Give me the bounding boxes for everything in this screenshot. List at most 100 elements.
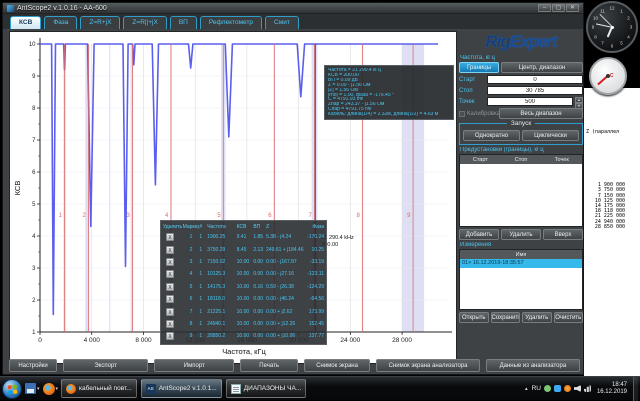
tooltip-line-10: Кабель: длина(1/4) = 2.32м, длина(1/2) =… (328, 112, 450, 117)
run-single-button[interactable]: Однократно (463, 130, 520, 141)
marker-cell: 10.00 (237, 333, 254, 339)
cpu-gauge-gadget[interactable]: C (589, 57, 627, 95)
marker-cell: 21225.1 (207, 309, 236, 315)
tab-smith[interactable]: Смит (265, 16, 299, 29)
taskbar-task-notepad[interactable]: ДИАПАЗОНЫ ЧА... (226, 379, 307, 398)
maximize-button[interactable]: ▢ (552, 4, 565, 12)
points-stepper[interactable]: ▲▼ (575, 97, 583, 106)
marker-delete-button[interactable]: X (166, 283, 174, 291)
notepad-frequency-list: 1 900 0003 750 0007 150 00010 125 00014 … (584, 183, 640, 230)
taskbar-task-firefox[interactable]: кабельный повт... (61, 379, 137, 398)
preset-add-button[interactable]: Добавить (459, 229, 499, 240)
pinned-save-launcher[interactable]: ▾ (25, 383, 40, 394)
notepad-window[interactable]: Z (параллел 1 900 0003 750 0007 150 0001… (584, 88, 640, 376)
preset-delete-button[interactable]: Удалить (501, 229, 541, 240)
marker-cell: 5 (183, 284, 200, 290)
marker-delete-button[interactable]: X (166, 332, 174, 340)
marker-delete-button[interactable]: X (166, 295, 174, 303)
screenshot-button[interactable]: Снимок экрана (304, 359, 371, 372)
clock-numeral: 2 (627, 15, 630, 20)
taskbar-task-antscope[interactable]: ASAntScope2 v.1.0.1... (141, 379, 222, 398)
volume-icon[interactable] (574, 385, 581, 392)
clock-numeral: 10 (593, 15, 598, 20)
measurements-list-body[interactable]: 01> 16.12.2019-18:35:57 (460, 259, 582, 309)
minimize-button[interactable]: – (538, 4, 551, 12)
clock-numeral: 11 (600, 8, 605, 13)
firefox-tray-icon[interactable] (564, 385, 571, 392)
firefox-icon[interactable] (43, 383, 55, 395)
marker-delete-button[interactable]: X (166, 246, 174, 254)
network-icon[interactable] (584, 385, 591, 392)
marker-cell: 24940.1 (207, 321, 236, 327)
marker-delete-button[interactable]: X (166, 270, 174, 278)
calibration-label: Калибровка (467, 111, 497, 117)
run-continuous-button[interactable]: Циклически (522, 130, 579, 141)
show-desktop-button[interactable] (633, 377, 638, 401)
marker-col-4: КСВ (237, 224, 254, 230)
marker-cell: 1900.25 (207, 234, 236, 240)
tab-z-series[interactable]: Z=R+jX (80, 16, 120, 29)
presets-list-body[interactable] (460, 164, 582, 226)
marker-delete-button[interactable]: X (166, 320, 174, 328)
export-button[interactable]: Экспорт (63, 359, 148, 372)
close-button[interactable]: ✕ (566, 4, 579, 12)
start-button[interactable] (2, 379, 22, 399)
range-mode-button[interactable]: Границы (459, 62, 499, 73)
titlebar[interactable]: AntScope2 v.1.0.16 - AA-600 – ▢ ✕ (3, 3, 583, 14)
presets-col-1: Стоп (501, 157, 542, 163)
tab-return-loss[interactable]: ВП (170, 16, 197, 29)
bluetooth-tray-icon[interactable] (554, 385, 561, 392)
start-input[interactable] (487, 75, 583, 84)
marker-cell: 7 (183, 309, 200, 315)
measurement-row[interactable]: 01> 16.12.2019-18:35:57 (460, 259, 582, 268)
system-tray: ▲ RU 18:47 16.12.2019 (524, 377, 638, 401)
antscope-window: AntScope2 v.1.0.16 - AA-600 – ▢ ✕ КСВФаз… (2, 2, 584, 375)
analyzer-data-button[interactable]: Данные из анализатора (486, 359, 580, 372)
pinned-firefox-launcher[interactable]: ▾ (43, 383, 59, 395)
import-button[interactable]: Импорт (154, 359, 234, 372)
points-input[interactable] (487, 97, 573, 106)
measurements-name-column: Имя (460, 252, 582, 258)
tray-clock[interactable]: 18:47 16.12.2019 (597, 382, 627, 396)
tab-reflectometer[interactable]: Рефлектометр (200, 16, 262, 29)
settings-button[interactable]: Настройки (9, 359, 57, 372)
marker-cell: 0.00 - j27.16 (266, 271, 305, 277)
frequency-section-label: Частота, кГц (460, 55, 583, 61)
marker-cell: 3750.29 (207, 247, 236, 253)
stop-input[interactable] (487, 86, 583, 95)
update-tray-icon[interactable] (544, 385, 551, 392)
x-tick-label: 4 000 (84, 337, 101, 344)
presets-list[interactable]: СтартСтопТочек (459, 154, 583, 227)
floppy-icon[interactable] (25, 383, 36, 394)
marker-number-label: 8 (357, 213, 361, 219)
marker-delete-button[interactable]: X (166, 258, 174, 266)
print-button[interactable]: Печать (240, 359, 297, 372)
marker-cell: 173.99 (305, 309, 325, 315)
tab-phase[interactable]: Фаза (44, 16, 77, 29)
analyzer-screenshot-button[interactable]: Снимок экрана анализатора (376, 359, 479, 372)
measurements-list[interactable]: Имя 01> 16.12.2019-18:35:57 (459, 249, 583, 310)
clock-numeral: 9 (592, 25, 595, 30)
marker-delete-button[interactable]: X (166, 233, 174, 241)
chevron-down-icon[interactable]: ▾ (37, 386, 40, 392)
measurement-delete-button[interactable]: Удалить (522, 312, 552, 323)
preset-up-button[interactable]: Вверх (543, 229, 583, 240)
hidden-icons-icon[interactable]: ▲ (524, 386, 528, 391)
clock-gadget[interactable]: 123456789101112 (586, 1, 638, 53)
language-indicator[interactable]: RU (532, 385, 541, 392)
center-span-mode-button[interactable]: Центр, диапазон (501, 62, 583, 73)
measurements-label: Измерения (460, 242, 583, 248)
marker-table-row: X7121225.110.000.000.00 + j2.62173.99 (162, 305, 325, 317)
marker-col-3: Частота (207, 224, 236, 230)
measurement-clear-button[interactable]: Очистить (554, 312, 584, 323)
marker-cell: 5.38 - j4.24 (266, 234, 305, 240)
marker-cell: 1 (199, 247, 207, 253)
measurement-open-button[interactable]: Открыть (459, 312, 489, 323)
marker-delete-button[interactable]: X (166, 308, 174, 316)
measurement-save-button[interactable]: Сохранить (491, 312, 521, 323)
tab-ksv[interactable]: КСВ (10, 16, 41, 29)
calibration-checkbox[interactable] (459, 111, 465, 117)
chevron-down-icon[interactable]: ▾ (56, 386, 59, 392)
full-range-button[interactable]: Весь диапазон (499, 108, 583, 119)
tab-z-parallel[interactable]: Z=R||+jX (123, 16, 166, 29)
